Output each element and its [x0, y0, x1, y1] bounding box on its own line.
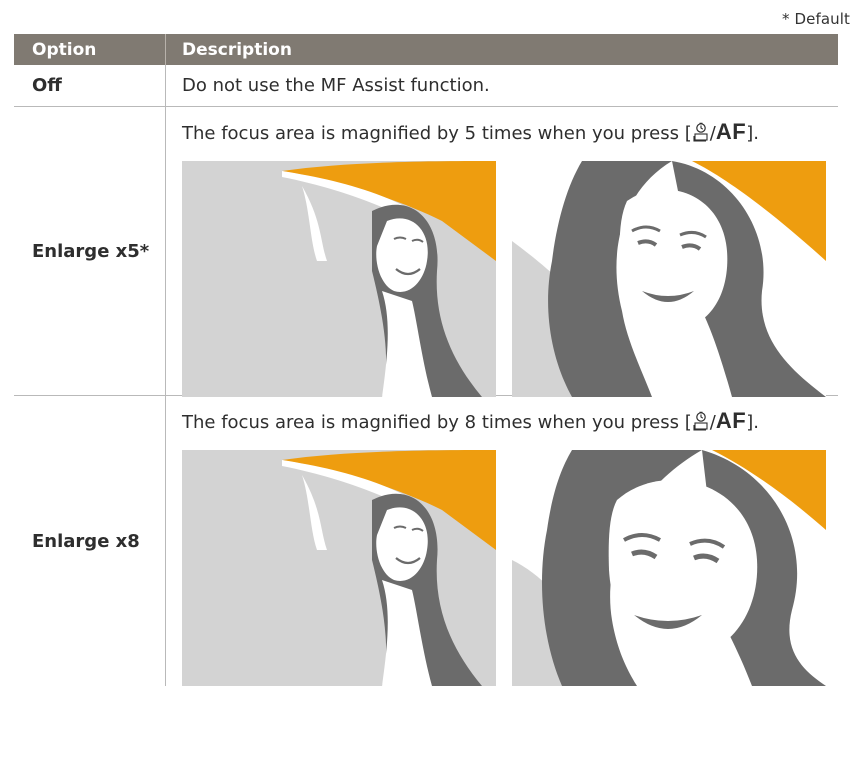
table-row-enlarge-x5: Enlarge x5* The focus area is magnified …: [14, 107, 838, 397]
key-bracket-open: [: [684, 412, 692, 433]
options-table: Option Description Off Do not use the MF…: [14, 34, 838, 686]
description-prefix: The focus area is magnified by 5 times w…: [182, 123, 680, 144]
description-text: The focus area is magnified by 5 times w…: [182, 119, 772, 147]
self-timer-icon: [692, 411, 710, 432]
description-prefix: The focus area is magnified by 8 times w…: [182, 412, 680, 433]
key-bracket-close: ].: [746, 412, 759, 433]
header-description: Description: [182, 39, 292, 60]
example-photo-magnified: [512, 450, 826, 686]
default-note: * Default: [782, 10, 850, 28]
key-bracket-close: ].: [746, 123, 759, 144]
example-photo-normal: [182, 450, 496, 686]
key-bracket-open: [: [684, 123, 692, 144]
af-key-label: AF: [715, 119, 747, 144]
option-enlarge-x5-label: Enlarge x5*: [14, 107, 166, 395]
option-enlarge-x8-description: The focus area is magnified by 8 times w…: [166, 396, 838, 686]
option-enlarge-x8-label: Enlarge x8: [14, 396, 166, 686]
af-key-label: AF: [715, 408, 747, 433]
option-enlarge-x5-description: The focus area is magnified by 5 times w…: [166, 107, 838, 397]
table-header: Option Description: [14, 34, 838, 65]
example-photo-normal: [182, 161, 496, 397]
example-photo-magnified: [512, 161, 826, 397]
table-row-enlarge-x8: Enlarge x8 The focus area is magnified b…: [14, 396, 838, 686]
example-images-x8: [182, 450, 838, 686]
header-option: Option: [14, 34, 166, 65]
description-text: The focus area is magnified by 8 times w…: [182, 408, 772, 436]
option-off-label: Off: [14, 65, 166, 106]
table-row-off: Off Do not use the MF Assist function.: [14, 65, 838, 107]
example-images-x5: [182, 161, 838, 397]
self-timer-icon: [692, 122, 710, 143]
option-off-description: Do not use the MF Assist function.: [182, 74, 490, 96]
